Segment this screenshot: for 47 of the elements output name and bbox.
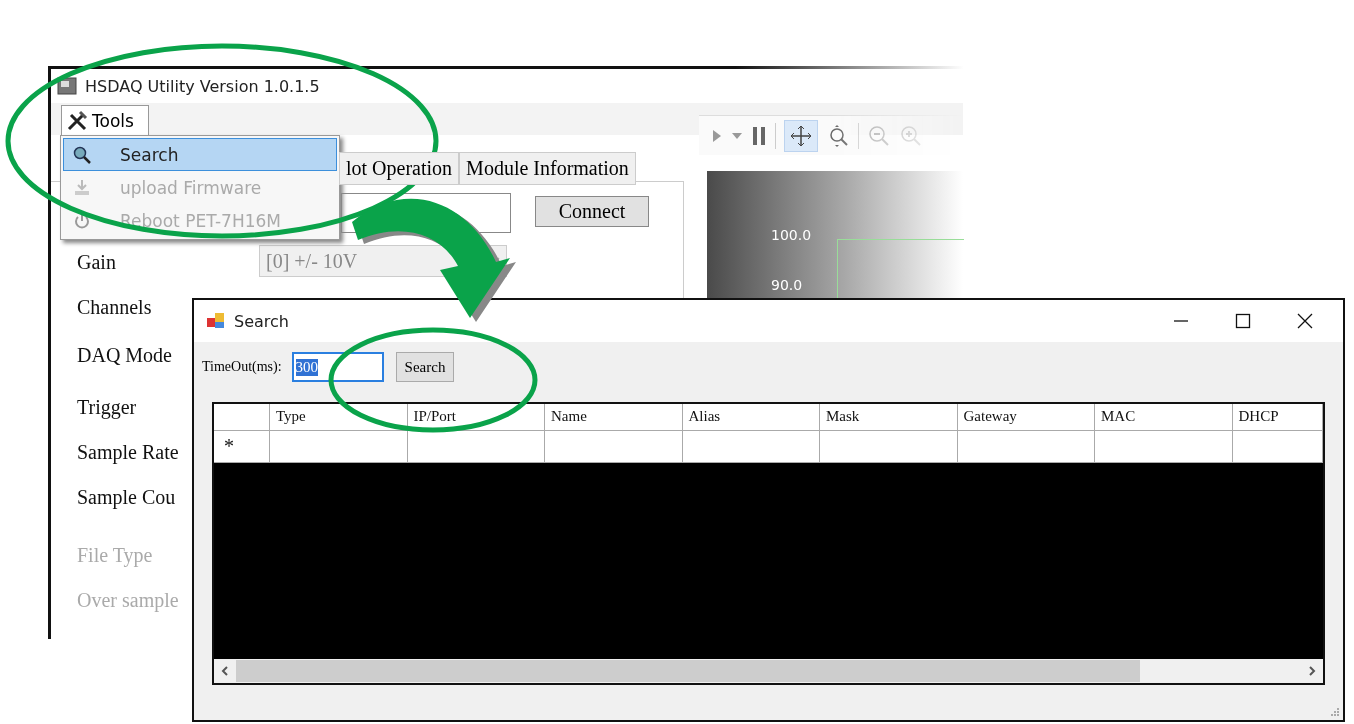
field-label: File Type bbox=[77, 544, 153, 567]
play-icon[interactable] bbox=[711, 127, 723, 144]
scrollbar-thumb[interactable] bbox=[236, 660, 1140, 682]
download-icon bbox=[72, 177, 92, 198]
field-label: Sample Rate bbox=[77, 441, 179, 464]
window-title: HSDAQ Utility Version 1.0.1.5 bbox=[85, 76, 320, 96]
field-label: Trigger bbox=[77, 396, 137, 419]
timeout-field[interactable]: 300 bbox=[291, 352, 384, 382]
column-header[interactable]: Alias bbox=[682, 404, 820, 431]
scroll-left-icon[interactable] bbox=[220, 666, 230, 676]
scroll-right-icon[interactable] bbox=[1307, 666, 1317, 676]
maximize-icon[interactable] bbox=[1235, 313, 1251, 329]
field-label: DAQ Mode bbox=[77, 344, 172, 367]
horizontal-scrollbar[interactable] bbox=[214, 659, 1323, 683]
column-header[interactable]: Name bbox=[545, 404, 683, 431]
column-header[interactable]: DHCP bbox=[1232, 404, 1323, 431]
tab[interactable]: lot Operation bbox=[339, 152, 460, 185]
resize-grip-icon[interactable] bbox=[1330, 707, 1340, 717]
search-icon bbox=[72, 144, 92, 165]
field-label: Over sample bbox=[77, 589, 179, 612]
zoom-in-icon[interactable] bbox=[899, 123, 923, 148]
caret-icon[interactable] bbox=[731, 131, 743, 140]
tab[interactable]: Module Information bbox=[459, 152, 636, 185]
column-header[interactable]: MAC bbox=[1095, 404, 1233, 431]
app-icon bbox=[206, 311, 226, 331]
column-header[interactable]: IP/Port bbox=[407, 404, 545, 431]
tools-icon bbox=[66, 109, 88, 132]
close-icon[interactable] bbox=[1297, 313, 1313, 329]
connect-button[interactable]: Connect bbox=[535, 196, 649, 227]
dialog-title: Search bbox=[234, 311, 289, 331]
menu-item[interactable]: Search bbox=[63, 138, 337, 171]
field-label: Gain bbox=[77, 251, 116, 274]
axis-label: 90.0 bbox=[771, 277, 803, 293]
column-header[interactable]: Mask bbox=[820, 404, 958, 431]
column-header[interactable]: Gateway bbox=[957, 404, 1095, 431]
field-label: Channels bbox=[77, 296, 152, 319]
axis-label: 100.0 bbox=[771, 227, 812, 243]
field-label: Sample Cou bbox=[77, 486, 176, 509]
app-icon bbox=[57, 77, 77, 95]
pause-icon[interactable] bbox=[751, 125, 767, 146]
search-button[interactable]: Search bbox=[395, 352, 455, 382]
move-icon[interactable] bbox=[784, 119, 818, 152]
timeout-label: TimeOut(ms): bbox=[202, 359, 282, 375]
zoom-out-icon[interactable] bbox=[867, 123, 891, 148]
tools-menu[interactable]: Tools bbox=[61, 105, 149, 135]
table-corner bbox=[214, 404, 270, 431]
column-header[interactable]: Type bbox=[270, 404, 408, 431]
